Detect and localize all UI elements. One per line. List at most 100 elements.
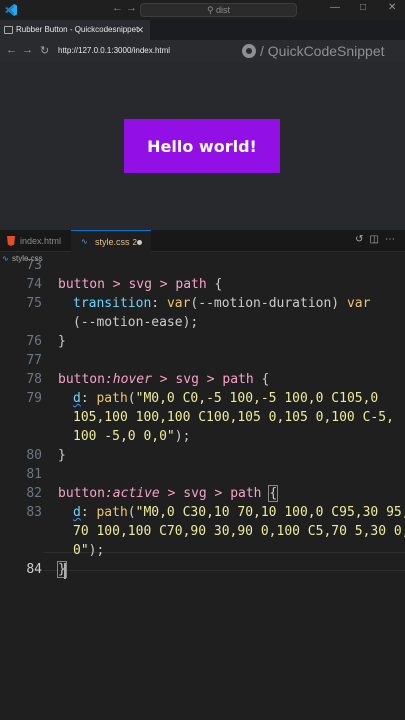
code-line: button:active > svg > path {: [58, 485, 279, 502]
brace: }: [58, 448, 66, 463]
code-line: transition: var(--motion-duration) var: [73, 296, 370, 311]
browser-toolbar: ← → ↻ http://127.0.0.1:3000/index.html /…: [0, 40, 405, 62]
editor-tabbar: index.html ∿ style.css 2 ↺◫⋯: [0, 230, 405, 252]
minimize-icon[interactable]: —: [330, 2, 340, 13]
css-pseudo-class: :hover: [104, 372, 152, 387]
paren: );: [88, 543, 105, 558]
css-function: var: [346, 296, 371, 311]
line-number: 74: [26, 277, 42, 292]
arrow-right-icon[interactable]: →: [126, 2, 137, 14]
browser-tab-title: Rubber Button - Quickcodesnippet: [16, 25, 139, 34]
code-line: button:hover > svg > path {: [58, 372, 269, 387]
css-string: 100 -5,0 0,0": [73, 429, 175, 444]
code-line: d: path("M0,0 C30,10 70,10 100,0 C95,30 …: [73, 505, 405, 520]
css-property: transition: [73, 296, 152, 311]
line-number: 82: [26, 486, 42, 501]
code-line: (--motion-ease);: [73, 315, 198, 330]
css-string: 105,100 100,100 C100,105 0,105 0,100 C-5…: [73, 410, 394, 425]
more-actions-icon[interactable]: ⋯: [385, 234, 401, 245]
address-bar[interactable]: http://127.0.0.1:3000/index.html: [58, 44, 170, 58]
css-function: var: [166, 296, 191, 311]
code-line: 105,100 100,100 C100,105 0,105 0,100 C-5…: [73, 410, 394, 425]
split-editor-icon[interactable]: ◫: [370, 234, 385, 245]
vscode-titlebar: ← → ⚲ dist — □ ✕: [0, 0, 405, 20]
html5-icon: [7, 236, 15, 246]
line-number: 73: [26, 258, 42, 273]
editor-actions: ↺◫⋯: [355, 234, 401, 245]
css-icon: ∿: [81, 237, 88, 246]
css-selector: > svg > path: [151, 372, 254, 387]
watermark-text: / QuickCodeSnippet: [260, 43, 385, 59]
css-argument: (--motion-ease);: [73, 315, 199, 330]
css-property: d: [73, 505, 81, 520]
watermark: / QuickCodeSnippet: [242, 41, 385, 61]
back-icon[interactable]: ←: [6, 44, 17, 56]
line-number: 84: [26, 562, 42, 577]
css-pseudo-class: :active: [104, 486, 160, 501]
tab-label: index.html: [20, 236, 62, 246]
tab-index-html[interactable]: index.html: [0, 230, 70, 252]
css-selector: button: [58, 486, 105, 501]
browser-tab[interactable]: Rubber Button - Quickcodesnippet ✕: [0, 20, 150, 40]
brace: {: [253, 372, 270, 387]
colon: :: [80, 505, 97, 520]
code-line: }: [58, 448, 66, 463]
line-number: 79: [26, 391, 42, 406]
tab-style-css[interactable]: ∿ style.css 2: [71, 230, 151, 252]
page-favicon-icon: [4, 26, 13, 34]
css-argument: (--motion-duration): [190, 296, 347, 311]
code-line: d: path("M0,0 C0,-5 100,-5 100,0 C105,0: [73, 391, 378, 406]
code-line: button > svg > path {: [58, 277, 222, 292]
colon: :: [80, 391, 97, 406]
close-tab-icon[interactable]: ✕: [136, 20, 144, 40]
css-string: "M0,0 C0,-5 100,-5 100,0 C105,0: [135, 391, 379, 406]
css-selector: button: [58, 372, 105, 387]
css-selector: > svg > path: [159, 486, 262, 501]
text-caret: [64, 563, 66, 579]
maximize-icon[interactable]: □: [360, 2, 366, 13]
close-window-icon[interactable]: ✕: [388, 2, 396, 13]
colon: :: [151, 296, 167, 311]
search-icon: ⚲: [206, 5, 214, 15]
unsaved-dot-icon[interactable]: [137, 240, 142, 245]
tab-label: style.css: [95, 237, 130, 247]
paren: (: [127, 391, 136, 406]
line-number: 83: [26, 505, 42, 520]
reload-icon[interactable]: ↻: [40, 44, 49, 57]
command-center-label: dist: [216, 5, 231, 15]
line-number: 80: [26, 448, 42, 463]
paren: (: [127, 505, 136, 520]
css-function: path: [96, 391, 128, 406]
line-number: 78: [26, 372, 42, 387]
code-line: }: [58, 334, 66, 349]
brace: }: [58, 334, 66, 349]
browser-tabstrip: Rubber Button - Quickcodesnippet ✕: [0, 20, 405, 40]
line-number: 76: [26, 334, 42, 349]
code-line: 70 100,100 C70,90 30,90 0,100 C5,70 5,30…: [73, 524, 405, 539]
css-selector: button > svg > path: [58, 277, 207, 292]
vscode-logo-icon: [5, 4, 17, 16]
code-editor[interactable]: 73 74 75 76 77 78 79 80 81 82 83 84 butt…: [0, 258, 405, 720]
arrow-left-icon[interactable]: ←: [112, 2, 123, 14]
code-line: 100 -5,0 0,0");: [73, 429, 190, 444]
code-line: 0");: [73, 543, 104, 558]
watermark-logo-icon: [242, 44, 256, 58]
history-icon[interactable]: ↺: [355, 234, 369, 245]
line-number: 81: [26, 467, 42, 482]
css-function: path: [96, 505, 128, 520]
css-property: d: [73, 391, 81, 406]
line-number: 77: [26, 353, 42, 368]
matched-brace: {: [268, 485, 279, 502]
browser-viewport: Hello world!: [0, 62, 405, 230]
css-string: 70 100,100 C70,90 30,90 0,100 C5,70 5,30…: [73, 524, 405, 539]
css-string: 0": [73, 543, 89, 558]
css-string: "M0,0 C30,10 70,10 100,0 C95,30 95,: [135, 505, 405, 520]
browser-window: Rubber Button - Quickcodesnippet ✕ ← → ↻…: [0, 20, 405, 230]
paren: );: [174, 429, 191, 444]
command-center-search[interactable]: ⚲ dist: [140, 3, 297, 17]
line-number: 75: [26, 296, 42, 311]
breadcrumb[interactable]: ∿ style.css: [0, 252, 405, 266]
brace: {: [206, 277, 223, 292]
forward-icon[interactable]: →: [22, 44, 33, 56]
hello-world-button[interactable]: Hello world!: [124, 119, 280, 173]
